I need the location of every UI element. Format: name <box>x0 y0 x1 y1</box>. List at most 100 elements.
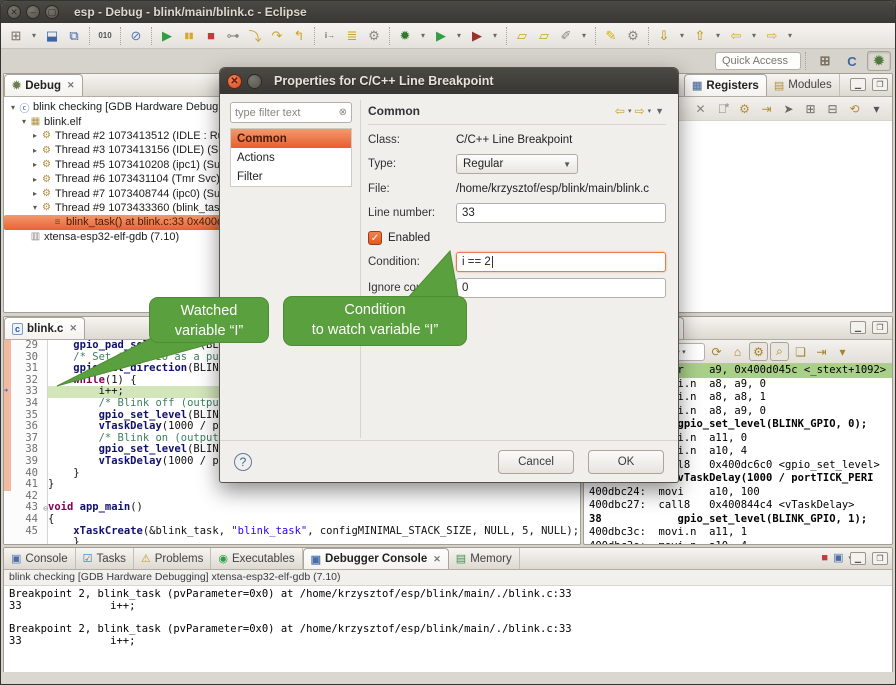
expand-all-icon[interactable]: ⊞ <box>801 99 820 118</box>
debug-tree-row[interactable]: ▸⚙Thread #3 1073413156 (IDLE) (Susp <box>4 143 221 157</box>
disassembly-line[interactable]: 400dbc24: movi a10, 100 <box>589 486 892 500</box>
resume-icon[interactable]: ▶ <box>157 26 177 46</box>
forward-icon[interactable]: ⇨ <box>762 26 782 46</box>
open-perspective-icon[interactable]: ⊞ <box>813 51 837 71</box>
view-menu-icon[interactable]: ▼ <box>655 106 664 116</box>
show-debug-elements-icon[interactable]: ≣ <box>342 26 362 46</box>
clear-filter-icon[interactable]: ⊗ <box>339 107 347 118</box>
build-settings-icon[interactable]: ⚙ <box>623 26 643 46</box>
previous-annotation-icon[interactable]: ⇧ <box>690 26 710 46</box>
quick-access-input[interactable]: Quick Access <box>715 52 801 70</box>
forward-icon[interactable]: ⇨ <box>635 104 645 118</box>
enabled-checkbox[interactable]: ✓ <box>368 231 382 245</box>
close-icon[interactable]: ✕ <box>67 80 75 91</box>
run-external-icon[interactable]: ▶ <box>467 26 487 46</box>
view-menu-icon[interactable]: ▾ <box>867 99 886 118</box>
instruction-stepping-icon[interactable]: i→ <box>320 26 340 46</box>
line-number-input[interactable]: 33 <box>456 203 666 223</box>
tab-memory[interactable]: ▤Memory <box>449 548 520 569</box>
search-icon[interactable]: ✐ <box>556 26 576 46</box>
suspend-icon[interactable]: ▮▮ <box>179 26 199 46</box>
tab-problems[interactable]: ⚠Problems <box>134 548 211 569</box>
window-close-icon[interactable]: ✕ <box>7 5 21 19</box>
breakpoint-pointer-icon[interactable]: ➜ <box>4 386 8 398</box>
debug-tree-row[interactable]: ▾⚙Thread #9 1073433360 (blink_task : <box>4 201 221 215</box>
run-icon-dropdown[interactable]: ▾ <box>453 26 465 46</box>
debug-tree-row[interactable]: ▸⚙Thread #2 1073413512 (IDLE : Runn <box>4 129 221 143</box>
open-element-icon[interactable]: ▱ <box>512 26 532 46</box>
next-annotation-icon-dropdown[interactable]: ▾ <box>676 26 688 46</box>
disassembly-line[interactable]: 400dbc3c: movi.n a11, 1 <box>589 526 892 540</box>
terminate-icon[interactable]: ■ <box>201 26 221 46</box>
tab-registers[interactable]: ▦ Registers <box>684 74 767 96</box>
debug-icon[interactable]: ✹ <box>395 26 415 46</box>
tab-tasks[interactable]: ☑Tasks <box>76 548 134 569</box>
debug-icon-dropdown[interactable]: ▾ <box>417 26 429 46</box>
ok-button[interactable]: OK <box>588 450 664 474</box>
open-resource-icon[interactable]: ▱ <box>534 26 554 46</box>
help-icon[interactable]: ? <box>234 453 252 471</box>
code-line[interactable]: void app_main() <box>48 502 580 514</box>
disassembly-line[interactable]: 400dbc27: call8 0x400844c4 <vTaskDelay> <box>589 499 892 513</box>
minimize-icon[interactable]: ▁ <box>850 321 866 334</box>
previous-annotation-icon-dropdown[interactable]: ▾ <box>712 26 724 46</box>
next-annotation-icon[interactable]: ⇩ <box>654 26 674 46</box>
new-wizard-icon-dropdown[interactable]: ▾ <box>28 26 40 46</box>
dialog-maximize-icon[interactable] <box>247 74 262 89</box>
home-icon[interactable]: ⌂ <box>728 342 747 361</box>
tab-console[interactable]: ▣Console <box>4 548 76 569</box>
view-menu-icon[interactable]: ▾ <box>833 342 852 361</box>
window-minimize-icon[interactable]: – <box>26 5 40 19</box>
tab-debug[interactable]: ✹ Debug ✕ <box>4 74 83 96</box>
debug-tree-row[interactable]: ▸⚙Thread #5 1073410208 (ipc1) (Susp <box>4 158 221 172</box>
tab-modules[interactable]: ▤ Modules <box>767 74 840 96</box>
tab-debugger-console[interactable]: ▣Debugger Console✕ <box>303 548 449 569</box>
cpp-perspective-icon[interactable]: C <box>840 51 864 71</box>
save-icon[interactable]: ⬓ <box>42 26 62 46</box>
maximize-icon[interactable]: ❐ <box>872 78 888 91</box>
debug-tree-row[interactable]: ▸⚙Thread #6 1073431104 (Tmr Svc) (S <box>4 172 221 186</box>
debug-tree-row[interactable]: ▥xtensa-esp32-elf-gdb (7.10) <box>4 230 221 244</box>
mark-occurrences-icon[interactable]: ✎ <box>601 26 621 46</box>
save-all-icon[interactable]: ⧉ <box>64 26 84 46</box>
search-icon-dropdown[interactable]: ▾ <box>578 26 590 46</box>
forward-icon-dropdown[interactable]: ▾ <box>784 26 796 46</box>
collapse-all-icon[interactable]: ⊟ <box>823 99 842 118</box>
dialog-nav-filter[interactable]: Filter <box>231 167 351 186</box>
run-external-icon-dropdown[interactable]: ▾ <box>489 26 501 46</box>
maximize-icon[interactable]: ❐ <box>872 321 888 334</box>
step-filters-icon[interactable]: ⚙ <box>364 26 384 46</box>
step-over-icon[interactable]: ↷ <box>267 26 287 46</box>
disassembly-line[interactable]: 400dbc3e: movi.n a10, 4 <box>589 540 892 545</box>
debug-tree-row[interactable]: ▾▦blink.elf <box>4 114 221 128</box>
disassembly-line[interactable]: 38 gpio_set_level(BLINK_GPIO, 1); <box>589 513 892 527</box>
terminate-console-icon[interactable]: ■ <box>821 552 828 564</box>
filter-input[interactable]: type filter text ⊗ <box>230 102 352 123</box>
dialog-close-icon[interactable]: ✕ <box>227 74 242 89</box>
back-icon[interactable]: ⇦ <box>615 104 625 118</box>
back-icon-dropdown[interactable]: ▾ <box>748 26 760 46</box>
code-line[interactable]: } <box>48 537 580 544</box>
console-content[interactable]: Breakpoint 2, blink_task (pvParameter=0x… <box>4 586 892 672</box>
maximize-icon[interactable]: ❐ <box>872 552 888 565</box>
tab-blink-c[interactable]: c blink.c ✕ <box>4 317 85 339</box>
display-console-icon[interactable]: ▣ <box>833 551 843 564</box>
tab-executables[interactable]: ◉Executables <box>211 548 302 569</box>
refresh-icon[interactable]: ⟳ <box>707 342 726 361</box>
cancel-button[interactable]: Cancel <box>498 450 574 474</box>
skip-all-breakpoints-icon[interactable]: ⊘ <box>126 26 146 46</box>
back-icon[interactable]: ⇦ <box>726 26 746 46</box>
step-return-icon[interactable]: ↰ <box>289 26 309 46</box>
pin-view-icon[interactable]: ⇥ <box>757 99 776 118</box>
minimize-icon[interactable]: ▁ <box>850 78 866 91</box>
minimize-icon[interactable]: ▁ <box>850 552 866 565</box>
dialog-nav-common[interactable]: Common <box>231 129 351 148</box>
new-view-icon[interactable]: ❏ <box>791 342 810 361</box>
pin-icon[interactable]: ⇥ <box>812 342 831 361</box>
dialog-nav-actions[interactable]: Actions <box>231 148 351 167</box>
debug-tree-row[interactable]: ▾ⓒblink checking [GDB Hardware Debug <box>4 100 221 114</box>
disconnect-icon[interactable]: ⊶ <box>223 26 243 46</box>
step-into-icon[interactable]: ⤵ <box>245 26 265 46</box>
layout-icon[interactable]: ⟲ <box>845 99 864 118</box>
debug-perspective-icon[interactable]: ✹ <box>867 51 891 71</box>
